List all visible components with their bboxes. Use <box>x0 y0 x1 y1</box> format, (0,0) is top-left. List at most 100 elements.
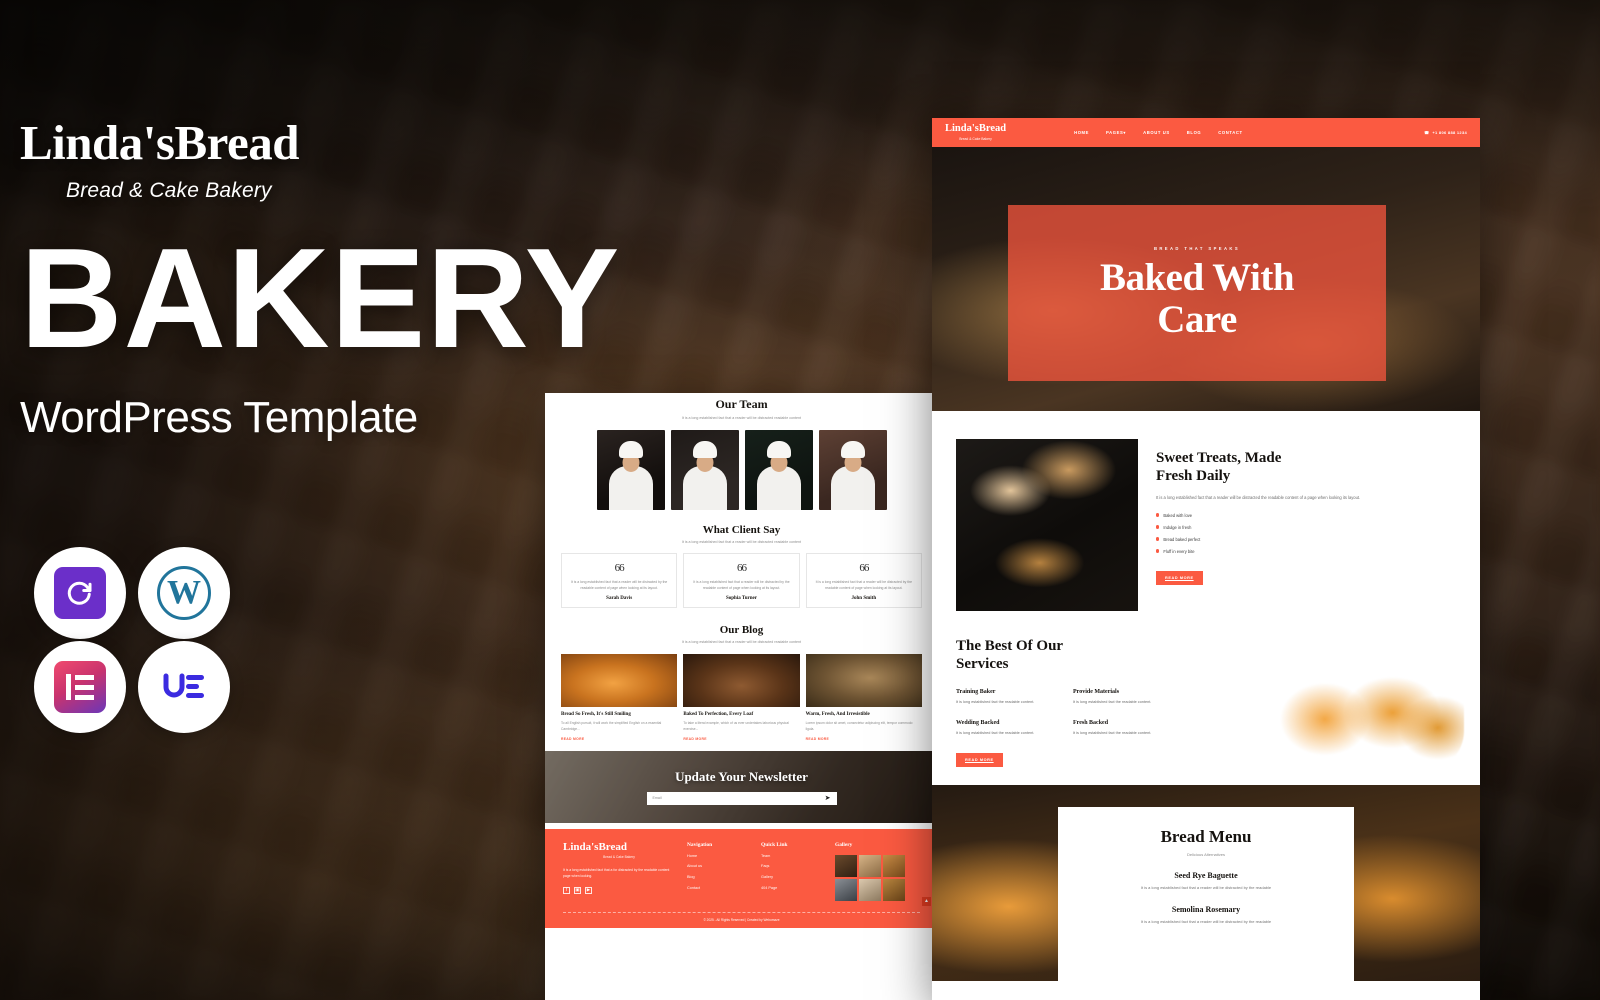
testimonials-subtitle: It is a long established fact that a rea… <box>681 540 802 545</box>
testimonial-text: It is a long established fact that a rea… <box>815 580 912 591</box>
testimonial-text: It is a long established fact that a rea… <box>693 580 790 591</box>
services-read-more-button[interactable]: READ MORE <box>956 753 1003 768</box>
service-item[interactable]: Training Baker It is long established fa… <box>956 689 1057 706</box>
gallery-thumb[interactable] <box>835 854 857 877</box>
quote-mark-icon: 66 <box>614 562 625 575</box>
team-member-photo[interactable] <box>818 430 887 511</box>
service-desc: It is long established fact the readable… <box>1073 700 1152 704</box>
hero-title-line-2: Care <box>1157 297 1237 341</box>
menu-card: Bread Menu Delicious Alternatives Seed R… <box>1058 807 1354 982</box>
team-member-photo[interactable] <box>670 430 739 511</box>
newsletter-form[interactable]: Email ➤ <box>646 791 837 805</box>
nav-item-home[interactable]: HOME <box>1074 130 1089 135</box>
gallery-thumb[interactable] <box>883 854 905 877</box>
service-item[interactable]: Provide Materials It is long established… <box>1073 689 1174 706</box>
service-item[interactable]: Fresh Backed It is long established fact… <box>1073 720 1174 737</box>
gallery-thumb[interactable] <box>835 878 857 901</box>
service-title: Wedding Backed <box>956 720 1000 727</box>
gallery-thumb[interactable] <box>883 878 905 901</box>
site-header: Linda'sBread Bread & Cake Bakery HOME PA… <box>932 118 1480 147</box>
menu-item-desc: It is a long established fact that a rea… <box>1140 919 1272 925</box>
footer-nav-link[interactable]: Blog <box>687 875 749 880</box>
header-nav: HOME PAGES▾ ABOUT US BLOG CONTACT <box>1074 130 1243 135</box>
nav-item-pages[interactable]: PAGES▾ <box>1106 130 1126 135</box>
scroll-to-top-button[interactable]: ▲ <box>922 896 931 906</box>
blog-title: Our Blog <box>719 624 764 637</box>
blog-card[interactable]: Bread So Fresh, It's Still Smiling To al… <box>561 653 678 741</box>
footer-quick-link[interactable]: Faqs <box>761 865 823 869</box>
newsletter-title: Update Your Newsletter <box>675 768 808 784</box>
gallery-thumb[interactable] <box>859 854 881 877</box>
menu-item[interactable]: Seed Rye Baguette It is a long establish… <box>1084 871 1328 891</box>
menu-item-desc: It is a long established fact that a rea… <box>1140 885 1272 891</box>
team-member-photo[interactable] <box>596 430 665 511</box>
about-bullet-item: Indulge in fresh <box>1156 525 1456 530</box>
mockup-homepage[interactable]: Linda'sBread Bread & Cake Bakery HOME PA… <box>932 118 1480 1000</box>
blog-read-more[interactable]: READ MORE <box>806 737 922 741</box>
hero-section: BREAD THAT SPEAKS Baked With Care <box>932 147 1480 411</box>
newsletter-email-input[interactable]: Email <box>653 796 662 800</box>
testimonial-author: John Smith <box>851 596 877 602</box>
header-logo[interactable]: Linda'sBread Bread & Cake Bakery <box>945 124 1006 141</box>
blog-card[interactable]: Baked To Perfection, Every Loaf To take … <box>683 653 800 741</box>
quote-mark-icon: 66 <box>736 562 747 575</box>
newsletter-overlay <box>545 750 938 823</box>
mockup-inner-pages[interactable]: Our Team It is a long established fact t… <box>545 393 938 1000</box>
menu-item[interactable]: Semolina Rosemary It is a long establish… <box>1084 905 1328 925</box>
chevron-down-icon: ▾ <box>1123 130 1127 135</box>
nav-item-blog[interactable]: BLOG <box>1187 130 1202 135</box>
footer-nav-link[interactable]: Home <box>687 854 749 859</box>
menu-title: Bread Menu <box>1160 827 1252 847</box>
about-bullet-label: Bread baked perfect <box>1163 536 1201 542</box>
testimonial-cards: 66 It is a long established fact that a … <box>561 553 922 609</box>
blog-read-more[interactable]: READ MORE <box>561 737 677 741</box>
badge-wordpress: W <box>138 547 230 639</box>
gallery-thumb[interactable] <box>859 878 881 901</box>
hero-eyebrow: BREAD THAT SPEAKS <box>1153 246 1241 252</box>
services-grid: Training Baker It is long established fa… <box>956 689 1174 737</box>
menu-subtitle: Delicious Alternatives <box>1186 852 1226 858</box>
about-read-more-button[interactable]: READ MORE <box>1156 570 1203 585</box>
header-logo-text: Linda'sBread <box>945 123 1007 135</box>
blog-cards: Bread So Fresh, It's Still Smiling To al… <box>561 653 922 741</box>
section-newsletter: Update Your Newsletter Email ➤ <box>545 750 938 823</box>
footer-quick-link[interactable]: 404 Page <box>761 886 823 891</box>
header-logo-tagline: Bread & Cake Bakery <box>959 136 992 141</box>
testimonials-title: What Client Say <box>702 524 781 537</box>
blog-card[interactable]: Warm, Fresh, And Irresistible Lorem ipsu… <box>805 653 922 741</box>
quote-mark-icon: 66 <box>859 562 869 575</box>
header-phone-number: +1 806 888 1234 <box>1432 130 1467 135</box>
team-title: Our Team <box>715 397 768 411</box>
about-bullet-label: Fluff in every bite <box>1163 548 1195 554</box>
footer-copyright: © 2025 - All Rights Reserved | Created b… <box>563 911 920 922</box>
testimonial-card[interactable]: 66 It is a long established fact that a … <box>805 553 922 609</box>
nav-item-about-us[interactable]: ABOUT US <box>1143 130 1170 135</box>
instagram-icon[interactable]: ▣ <box>574 886 581 894</box>
footer-brand: Linda'sBread Bread & Cake Bakery It is a… <box>563 841 675 901</box>
testimonial-card[interactable]: 66 It is a long established fact that a … <box>561 553 678 609</box>
hero-title-line-1: Baked With <box>1099 256 1295 300</box>
services-title-line-2: Services <box>956 656 1009 672</box>
nav-item-contact[interactable]: CONTACT <box>1218 130 1242 135</box>
menu-item-name: Seed Rye Baguette <box>1174 871 1238 881</box>
about-title-line-1: Sweet Treats, Made <box>1156 450 1282 466</box>
blog-post-excerpt: To take a literal example, which of us e… <box>683 720 789 731</box>
team-member-photo[interactable] <box>744 430 813 511</box>
facebook-icon[interactable]: f <box>563 886 570 894</box>
team-subtitle: It is a long established fact that a rea… <box>681 416 802 420</box>
footer-nav-link[interactable]: About us <box>687 865 749 869</box>
services-title: The Best Of Our Services <box>956 637 1174 673</box>
about-bullet-item: Fluff in every bite <box>1156 549 1456 554</box>
blog-read-more[interactable]: READ MORE <box>683 737 799 741</box>
footer-quick-link[interactable]: Gallery <box>761 875 823 880</box>
promo-brand-tagline: Bread & Cake Bakery <box>66 179 272 202</box>
header-phone[interactable]: ☎ +1 806 888 1234 <box>1424 130 1467 135</box>
youtube-icon[interactable]: ▶ <box>585 886 592 894</box>
newsletter-send-icon[interactable]: ➤ <box>825 795 831 802</box>
testimonial-card[interactable]: 66 It is a long established fact that a … <box>683 553 800 609</box>
footer-nav-link[interactable]: Contact <box>687 886 749 891</box>
service-desc: It is long established fact the readable… <box>956 731 1035 736</box>
footer-quick-link[interactable]: Team <box>761 854 823 859</box>
footer-gallery-heading: Gallery <box>835 841 853 848</box>
service-item[interactable]: Wedding Backed It is long established fa… <box>956 720 1057 737</box>
